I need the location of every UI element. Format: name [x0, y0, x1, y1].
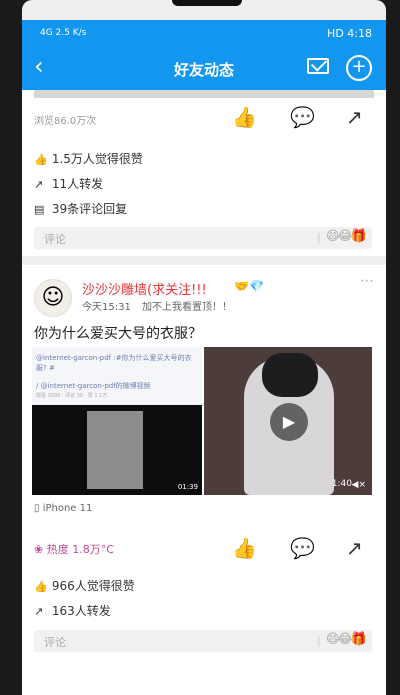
- video-hair: [262, 353, 318, 397]
- divider: |: [317, 231, 321, 244]
- status-bar: 4G 2.5 K/s HD 4:18: [22, 20, 386, 46]
- video-thumbnail: 01:39: [32, 405, 202, 495]
- share-icon[interactable]: ↗: [346, 106, 363, 128]
- post-meta: 今天15:31 加不上我看置顶！！: [82, 298, 232, 313]
- post-media[interactable]: @internet-garcon-pdf :#你为什么爱买大号的衣服? # / …: [32, 347, 372, 495]
- video-duration: 01:39: [177, 483, 198, 491]
- like-icon[interactable]: 👍: [232, 537, 257, 559]
- post-note: 加不上我看置顶！！: [142, 302, 233, 313]
- media-video-right[interactable]: ▶ 1:40 ◀×: [204, 347, 372, 495]
- repost-source: / @internet-garcon-pdf的微博视频: [36, 382, 151, 390]
- status-left: 4G 2.5 K/s: [40, 28, 87, 38]
- comment-placeholder: 评论: [44, 636, 66, 649]
- divider: |: [317, 634, 321, 647]
- thumb-icon: 👍: [34, 153, 48, 166]
- post-image-strip: [34, 90, 374, 98]
- post-card: 浏览86.0万次 👍 💬 ↗ 👍 1.5万人觉得很赞 ↗ 11人转发 ▤ 39条…: [22, 90, 386, 256]
- comment-input[interactable]: 评论 | 😄😂🎁: [34, 630, 372, 652]
- mail-icon[interactable]: [307, 58, 329, 74]
- repost-icon: ↗: [34, 605, 44, 618]
- lotus-icon: ❀: [34, 543, 44, 556]
- comment-small-icon: ▤: [34, 203, 45, 216]
- reposts-text: 11人转发: [51, 177, 104, 191]
- likes-stat[interactable]: 👍 966人觉得很赞: [34, 577, 135, 594]
- comments-text: 39条评论回复: [51, 202, 128, 216]
- likes-stat[interactable]: 👍 1.5万人觉得很赞: [34, 150, 143, 167]
- emoji-icons[interactable]: 😄😂🎁: [326, 632, 367, 647]
- reposts-text: 163人转发: [51, 604, 111, 618]
- page-title: 好友动态: [173, 61, 234, 79]
- comment-input[interactable]: 评论 | 😄😂🎁: [34, 227, 372, 249]
- media-image-left[interactable]: @internet-garcon-pdf :#你为什么爱买大号的衣服? # / …: [32, 347, 202, 495]
- reposts-stat[interactable]: ↗ 163人转发: [34, 602, 111, 619]
- avatar[interactable]: ☺: [34, 279, 72, 317]
- view-count: 浏览86.0万次: [34, 116, 97, 127]
- user-badges: 🤝💎: [234, 279, 264, 293]
- play-icon[interactable]: ▶: [270, 403, 308, 441]
- more-icon[interactable]: ⋯: [360, 273, 374, 289]
- plus-icon[interactable]: +: [346, 55, 372, 81]
- emoji-icons[interactable]: 😄😂🎁: [326, 229, 367, 244]
- heat-label: ❀ 热度 1.8万°C: [34, 541, 114, 557]
- username[interactable]: 沙沙沙雕墙(求关注!!!: [82, 279, 207, 298]
- post-text: 你为什么爱买大号的衣服？: [34, 326, 202, 342]
- post-card: ☺ 沙沙沙雕墙(求关注!!! 🤝💎 今天15:31 加不上我看置顶！！ ⋯ 你为…: [22, 265, 386, 695]
- comments-stat[interactable]: ▤ 39条评论回复: [34, 200, 127, 217]
- heat-text: 热度 1.8万°C: [46, 543, 114, 556]
- like-icon[interactable]: 👍: [232, 106, 257, 128]
- video-duration: 1:40: [331, 479, 352, 489]
- mute-icon[interactable]: ◀×: [352, 480, 366, 490]
- comment-icon[interactable]: 💬: [290, 537, 315, 559]
- phone-screen: 4G 2.5 K/s HD 4:18 ‹ 好友动态 + 浏览86.0万次 👍 💬…: [22, 0, 386, 695]
- comment-icon[interactable]: 💬: [290, 106, 315, 128]
- device-label: ▯ iPhone 11: [34, 503, 92, 514]
- device-text: iPhone 11: [42, 503, 93, 514]
- likes-text: 1.5万人觉得很赞: [51, 152, 143, 166]
- reposts-stat[interactable]: ↗ 11人转发: [34, 175, 103, 192]
- repost-icon: ↗: [34, 178, 44, 191]
- repost-line: @internet-garcon-pdf :#你为什么爱买大号的衣服? #: [36, 354, 192, 372]
- share-icon[interactable]: ↗: [346, 537, 363, 559]
- phone-icon: ▯: [34, 503, 40, 514]
- likes-text: 966人觉得很赞: [51, 579, 135, 593]
- feed[interactable]: 浏览86.0万次 👍 💬 ↗ 👍 1.5万人觉得很赞 ↗ 11人转发 ▤ 39条…: [22, 90, 386, 695]
- thumb-icon: 👍: [34, 580, 48, 593]
- title-bar: ‹ 好友动态 +: [22, 46, 386, 90]
- video-frame: [87, 411, 143, 489]
- repost-stats: 观看 3000 · 评论 30 · 赞 1.1万: [36, 393, 108, 399]
- camera-notch: [172, 0, 242, 6]
- status-right: HD 4:18: [327, 27, 372, 40]
- post-time: 今天15:31: [82, 302, 131, 313]
- comment-placeholder: 评论: [44, 233, 66, 246]
